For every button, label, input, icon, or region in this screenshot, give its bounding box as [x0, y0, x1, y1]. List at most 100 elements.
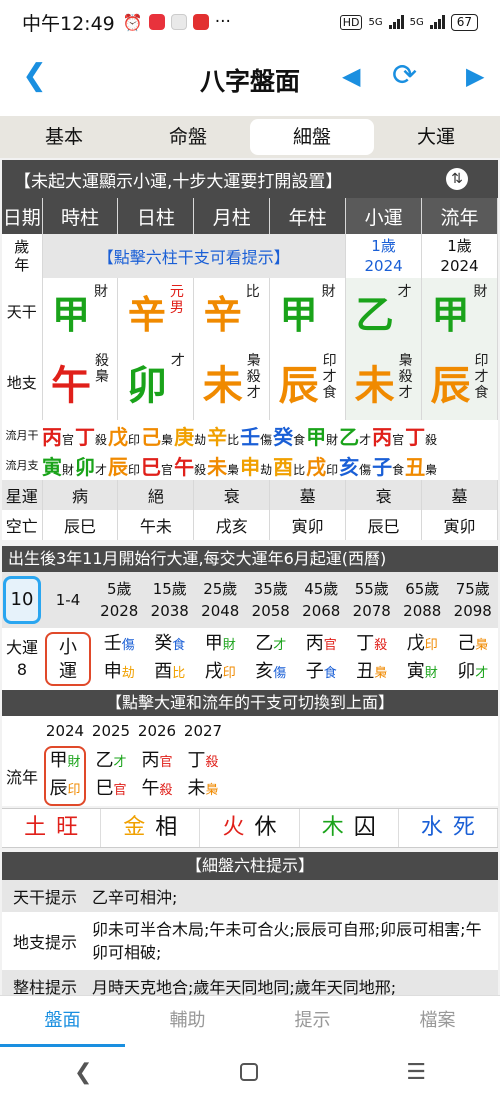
dayun-zhi[interactable]: 子 — [306, 661, 324, 682]
liunian-zhi[interactable]: 未 — [187, 778, 205, 799]
liuyue_gan-char[interactable]: 辛 — [207, 425, 227, 449]
liunian-gan[interactable]: 乙 — [95, 750, 113, 771]
dizhi-cell[interactable]: 午殺 梟 — [42, 344, 119, 420]
liunian-gan[interactable]: 丙 — [141, 750, 159, 771]
liuyue_gan-char[interactable]: 癸 — [273, 425, 293, 449]
dayun-gz-cell[interactable]: 壬傷 申劫 — [94, 628, 145, 690]
dayun-count-cell[interactable]: 10 — [2, 572, 42, 628]
tiangan-char[interactable]: 甲 — [432, 293, 470, 337]
dayun-gan[interactable]: 癸 — [154, 633, 172, 654]
dizhi-char[interactable]: 辰 — [431, 363, 471, 409]
dayun-age-cell[interactable]: 5歲 2028 — [94, 572, 145, 628]
dayun-zhi[interactable]: 寅 — [407, 661, 425, 682]
nav-fuzhu[interactable]: 輔助 — [125, 996, 250, 1047]
dayun-gz-cell[interactable]: 戊印 寅財 — [397, 628, 448, 690]
liuyue_zhi-char[interactable]: 辰 — [108, 455, 128, 479]
dayun-gan[interactable]: 丙 — [306, 633, 324, 654]
tiangan-char[interactable]: 甲 — [52, 293, 90, 337]
liuyue_gan-char[interactable]: 丁 — [405, 425, 425, 449]
xiaoyun-box[interactable]: 小 運 — [45, 632, 91, 686]
dizhi-cell[interactable]: 辰印 才 食 — [269, 344, 347, 420]
dayun-age-cell[interactable]: 45歲 2068 — [296, 572, 347, 628]
dizhi-cell[interactable]: 未梟 殺 才 — [193, 344, 271, 420]
tiangan-char[interactable]: 辛 — [128, 293, 166, 337]
tiangan-char[interactable]: 甲 — [280, 293, 318, 337]
liuyue_zhi-char[interactable]: 申 — [240, 455, 260, 479]
sys-back-icon[interactable]: ❮ — [74, 1060, 92, 1085]
liuyue_zhi-char[interactable]: 卯 — [75, 455, 95, 479]
dizhi-cell[interactable]: 卯才 — [117, 344, 195, 420]
dizhi-char[interactable]: 未 — [355, 363, 395, 409]
liuyue_zhi-char[interactable]: 子 — [372, 455, 392, 479]
tab-basic[interactable]: 基本 — [2, 119, 126, 155]
sys-menu-icon[interactable]: ☰ — [406, 1060, 426, 1085]
dayun-zhi[interactable]: 戌 — [205, 661, 223, 682]
dizhi-cell[interactable]: 未梟 殺 才 — [345, 344, 423, 420]
liuyue_gan-char[interactable]: 戊 — [108, 425, 128, 449]
dayun-gz-cell[interactable]: 己梟 卯才 — [448, 628, 499, 690]
tab-mingpan[interactable]: 命盤 — [126, 119, 250, 155]
liunian-gz-cell[interactable]: 丙官 午殺 — [134, 746, 180, 806]
liuyue_gan-char[interactable]: 丙 — [372, 425, 392, 449]
liunian-gan[interactable]: 丁 — [187, 750, 205, 771]
liuyue_zhi-char[interactable]: 寅 — [42, 455, 62, 479]
liunian-gan[interactable]: 甲 — [49, 750, 67, 771]
liuyue_zhi-char[interactable]: 亥 — [339, 455, 359, 479]
dayun-gan[interactable]: 乙 — [255, 633, 273, 654]
dayun-gan[interactable]: 壬 — [104, 633, 122, 654]
dayun-age-cell[interactable]: 35歲 2058 — [246, 572, 297, 628]
nav-dangan[interactable]: 檔案 — [375, 996, 500, 1047]
tiangan-cell[interactable]: 甲財 — [421, 278, 498, 344]
toggle-icon[interactable]: ⇅ — [446, 168, 468, 190]
dayun-gan[interactable]: 丁 — [356, 633, 374, 654]
nav-panmian[interactable]: 盤面 — [0, 996, 125, 1047]
back-icon[interactable]: ❮ — [22, 58, 47, 93]
tiangan-cell[interactable]: 辛元 男 — [117, 278, 195, 344]
dizhi-char[interactable]: 午 — [51, 363, 91, 409]
liuyue_gan-char[interactable]: 丙 — [42, 425, 62, 449]
liuyue_gan-char[interactable]: 乙 — [339, 425, 359, 449]
dayun-age-cell[interactable]: 65歲 2088 — [397, 572, 448, 628]
dayun-first[interactable]: 1-4 — [42, 572, 94, 628]
dayun-gan[interactable]: 戊 — [407, 633, 425, 654]
tiangan-cell[interactable]: 乙才 — [345, 278, 423, 344]
liuyue_gan-char[interactable]: 丁 — [75, 425, 95, 449]
sys-home-icon[interactable] — [240, 1063, 259, 1081]
tiangan-cell[interactable]: 甲財 — [42, 278, 119, 344]
dayun-zhi[interactable]: 酉 — [154, 661, 172, 682]
dayun-zhi[interactable]: 亥 — [255, 661, 273, 682]
liuyue_gan-char[interactable]: 庚 — [174, 425, 194, 449]
tab-dayun[interactable]: 大運 — [374, 119, 498, 155]
liunian-gz-box[interactable]: 丁殺 未梟 — [182, 748, 224, 804]
liuyue_gan-char[interactable]: 壬 — [240, 425, 260, 449]
dayun-zhi[interactable]: 卯 — [457, 661, 475, 682]
next-icon[interactable]: ▶ — [466, 62, 484, 90]
dayun-gz-cell[interactable]: 丁殺 丑梟 — [347, 628, 398, 690]
prev-icon[interactable]: ◀ — [342, 62, 360, 90]
tab-xipan[interactable]: 細盤 — [250, 119, 374, 155]
liunian-gz-cell[interactable]: 丁殺 未梟 — [180, 746, 226, 806]
nav-tishi[interactable]: 提示 — [250, 996, 375, 1047]
liuyue_zhi-char[interactable]: 午 — [174, 455, 194, 479]
dizhi-char[interactable]: 未 — [203, 363, 243, 409]
liuyue_zhi-char[interactable]: 酉 — [273, 455, 293, 479]
dayun-gz-cell[interactable]: 丙官 子食 — [296, 628, 347, 690]
tiangan-cell[interactable]: 辛比 — [193, 278, 271, 344]
dizhi-char[interactable]: 卯 — [127, 363, 167, 409]
liunian-gz-cell[interactable]: 甲財 辰印 — [42, 746, 88, 806]
tiangan-char[interactable]: 辛 — [204, 293, 242, 337]
dayun-age-cell[interactable]: 75歲 2098 — [448, 572, 499, 628]
dayun-age-cell[interactable]: 15歲 2038 — [145, 572, 196, 628]
dayun-age-cell[interactable]: 55歲 2078 — [347, 572, 398, 628]
refresh-icon[interactable]: ⟳ — [392, 58, 417, 93]
dizhi-char[interactable]: 辰 — [279, 363, 319, 409]
liuyue_zhi-char[interactable]: 巳 — [141, 455, 161, 479]
xiaoyun-cell[interactable]: 小 運 — [42, 628, 94, 690]
dayun-zhi[interactable]: 丑 — [356, 661, 374, 682]
liuyue_zhi-char[interactable]: 戌 — [306, 455, 326, 479]
liunian-zhi[interactable]: 辰 — [49, 778, 67, 799]
dayun-count[interactable]: 10 — [3, 576, 41, 624]
dayun-age-cell[interactable]: 25歲 2048 — [195, 572, 246, 628]
liunian-gz-box[interactable]: 丙官 午殺 — [136, 748, 178, 804]
liunian-zhi[interactable]: 午 — [141, 778, 159, 799]
